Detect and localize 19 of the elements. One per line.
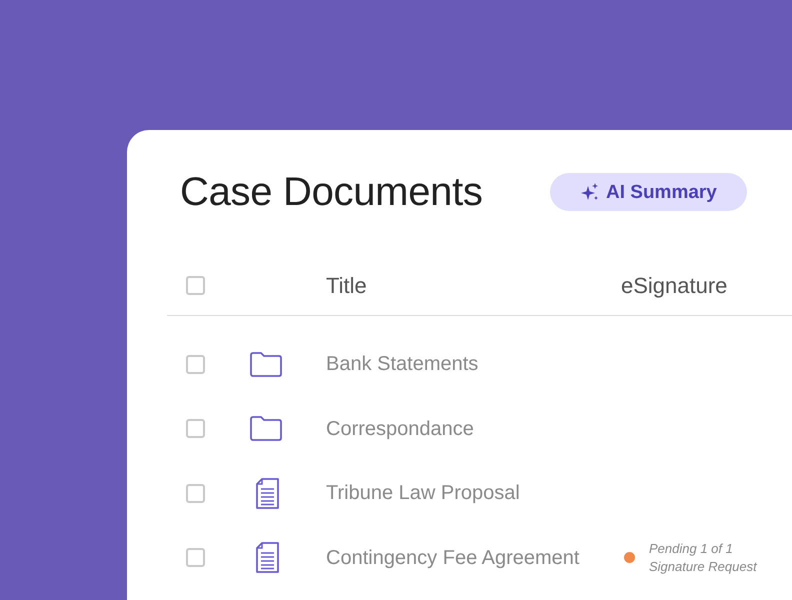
checkbox[interactable] [186, 276, 205, 295]
checkbox[interactable] [186, 484, 205, 503]
checkbox[interactable] [186, 419, 205, 438]
document-title[interactable]: Correspondance [326, 418, 474, 440]
column-header: Title [326, 273, 367, 298]
column-header: eSignature [621, 273, 728, 298]
checkbox[interactable] [186, 354, 205, 374]
document-icon [256, 542, 279, 574]
document-title[interactable]: Contingency Fee Agreement [326, 546, 580, 569]
document-title[interactable]: Bank Statements [326, 353, 478, 376]
folder-icon [250, 416, 282, 442]
ai-summary-button[interactable]: AI Summary [550, 173, 747, 211]
document-icon [256, 478, 279, 509]
folder-icon [250, 352, 282, 377]
sparkle-icon [580, 182, 600, 202]
document-title[interactable]: Tribune Law Proposal [326, 482, 520, 504]
signature-status: Pending 1 of 1 Signature Request [649, 540, 758, 576]
page-title: Case Documents [180, 169, 483, 216]
checkbox[interactable] [186, 548, 205, 568]
